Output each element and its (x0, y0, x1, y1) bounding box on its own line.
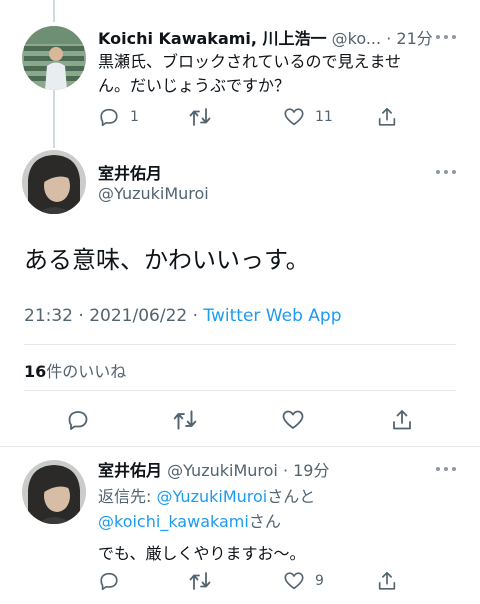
like-icon (284, 108, 304, 126)
top-reply-text: 黒瀬氏、ブロックされているので見えませ ん。だいじょうぶですか？ (98, 50, 468, 98)
share-button[interactable] (376, 570, 398, 592)
retweet-icon (189, 572, 211, 590)
main-like-button[interactable] (281, 408, 305, 432)
text-line: 黒瀬氏、ブロックされているので見えませ (98, 52, 402, 71)
share-icon (378, 571, 396, 590)
more-icon[interactable] (436, 168, 456, 176)
bottom-reply-text: でも、厳しくやりますお〜。 (98, 544, 306, 563)
reply-icon (100, 572, 118, 591)
reply-button[interactable]: 1 (98, 106, 139, 128)
likes-label: 件のいいね (46, 362, 127, 381)
dot-separator: · (192, 306, 199, 326)
replying-suffix: さん (248, 512, 281, 531)
share-icon (378, 107, 396, 126)
retweet-icon (173, 410, 197, 430)
retweet-button[interactable] (188, 106, 222, 128)
dot-separator: · (282, 461, 289, 480)
like-count: 11 (315, 109, 333, 125)
reply-button[interactable] (98, 570, 130, 592)
replying-prefix: 返信先: (98, 487, 157, 506)
avatar-yuzuki[interactable] (22, 460, 86, 524)
divider (24, 344, 456, 345)
main-tweet-text: ある意味、かわいいっす。 (24, 246, 310, 274)
display-name: 室井佑月 (98, 164, 163, 183)
reply-icon (68, 411, 88, 430)
retweet-icon (189, 108, 211, 126)
bottom-reply-header: 室井佑月 @YuzukiMuroi · 19分 (98, 457, 330, 481)
timestamp[interactable]: 21分 (396, 29, 432, 48)
display-name[interactable]: Koichi Kawakami, 川上浩一 (98, 29, 327, 48)
main-reply-button[interactable] (66, 408, 90, 432)
likes-number: 16 (24, 362, 47, 381)
likes-summary[interactable]: 16件のいいね (24, 358, 126, 382)
reply-icon (100, 108, 118, 127)
tweet-time[interactable]: 21:32 (24, 306, 73, 326)
main-retweet-button[interactable] (172, 408, 198, 432)
share-icon (393, 410, 411, 430)
handle[interactable]: @ko... (332, 29, 381, 48)
handle[interactable]: @YuzukiMuroi (167, 461, 278, 480)
main-tweet-meta: 21:32 · 2021/06/22 · Twitter Web App (24, 306, 341, 326)
like-button[interactable]: 11 (283, 106, 333, 128)
dot-separator: · (386, 29, 392, 48)
avatar-koichi[interactable] (22, 26, 86, 90)
main-share-button[interactable] (390, 408, 414, 432)
divider (24, 390, 456, 391)
like-icon (282, 410, 304, 429)
mention-link[interactable]: @YuzukiMuroi (156, 487, 267, 506)
timestamp[interactable]: 19分 (293, 461, 329, 480)
main-display-name[interactable]: 室井佑月 (98, 160, 162, 184)
display-name[interactable]: 室井佑月 (98, 461, 162, 480)
like-icon (284, 572, 304, 590)
replying-and: さんと (267, 487, 316, 506)
more-icon[interactable] (436, 465, 456, 473)
thread-line-main (53, 90, 55, 148)
tweet-source-link[interactable]: Twitter Web App (203, 306, 341, 326)
main-handle[interactable]: @YuzukiMuroi (98, 184, 209, 203)
text-line: ん。だいじょうぶですか？ (98, 76, 291, 95)
share-button[interactable] (376, 106, 398, 128)
retweet-button[interactable] (188, 570, 222, 592)
replying-to: 返信先: @YuzukiMuroiさんと @koichi_kawakamiさん (98, 484, 458, 534)
tweet-date[interactable]: 2021/06/22 (89, 306, 187, 326)
mention-link[interactable]: @koichi_kawakami (98, 512, 249, 531)
dot-separator: · (78, 306, 84, 326)
like-count: 9 (315, 573, 324, 589)
section-divider (0, 446, 480, 447)
avatar-yuzuki[interactable] (22, 150, 86, 214)
top-reply-header: Koichi Kawakami, 川上浩一 @ko... · 21分 (98, 25, 468, 49)
reply-count: 1 (130, 109, 139, 125)
more-icon[interactable] (436, 33, 456, 41)
thread-line-top (53, 0, 55, 22)
like-button[interactable]: 9 (283, 570, 324, 592)
